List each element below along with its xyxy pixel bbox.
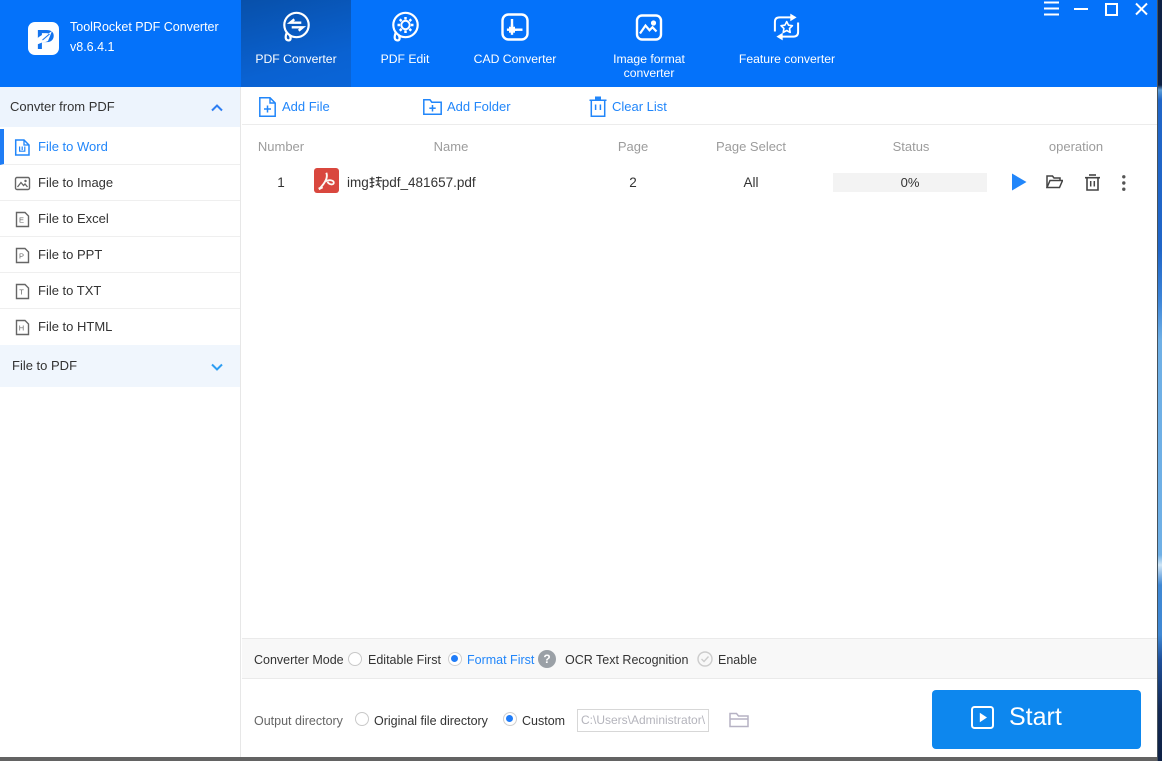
svg-text:T: T	[19, 288, 24, 297]
svg-text:E: E	[19, 216, 24, 225]
svg-text:H: H	[19, 324, 24, 333]
svg-text:P: P	[19, 252, 24, 261]
